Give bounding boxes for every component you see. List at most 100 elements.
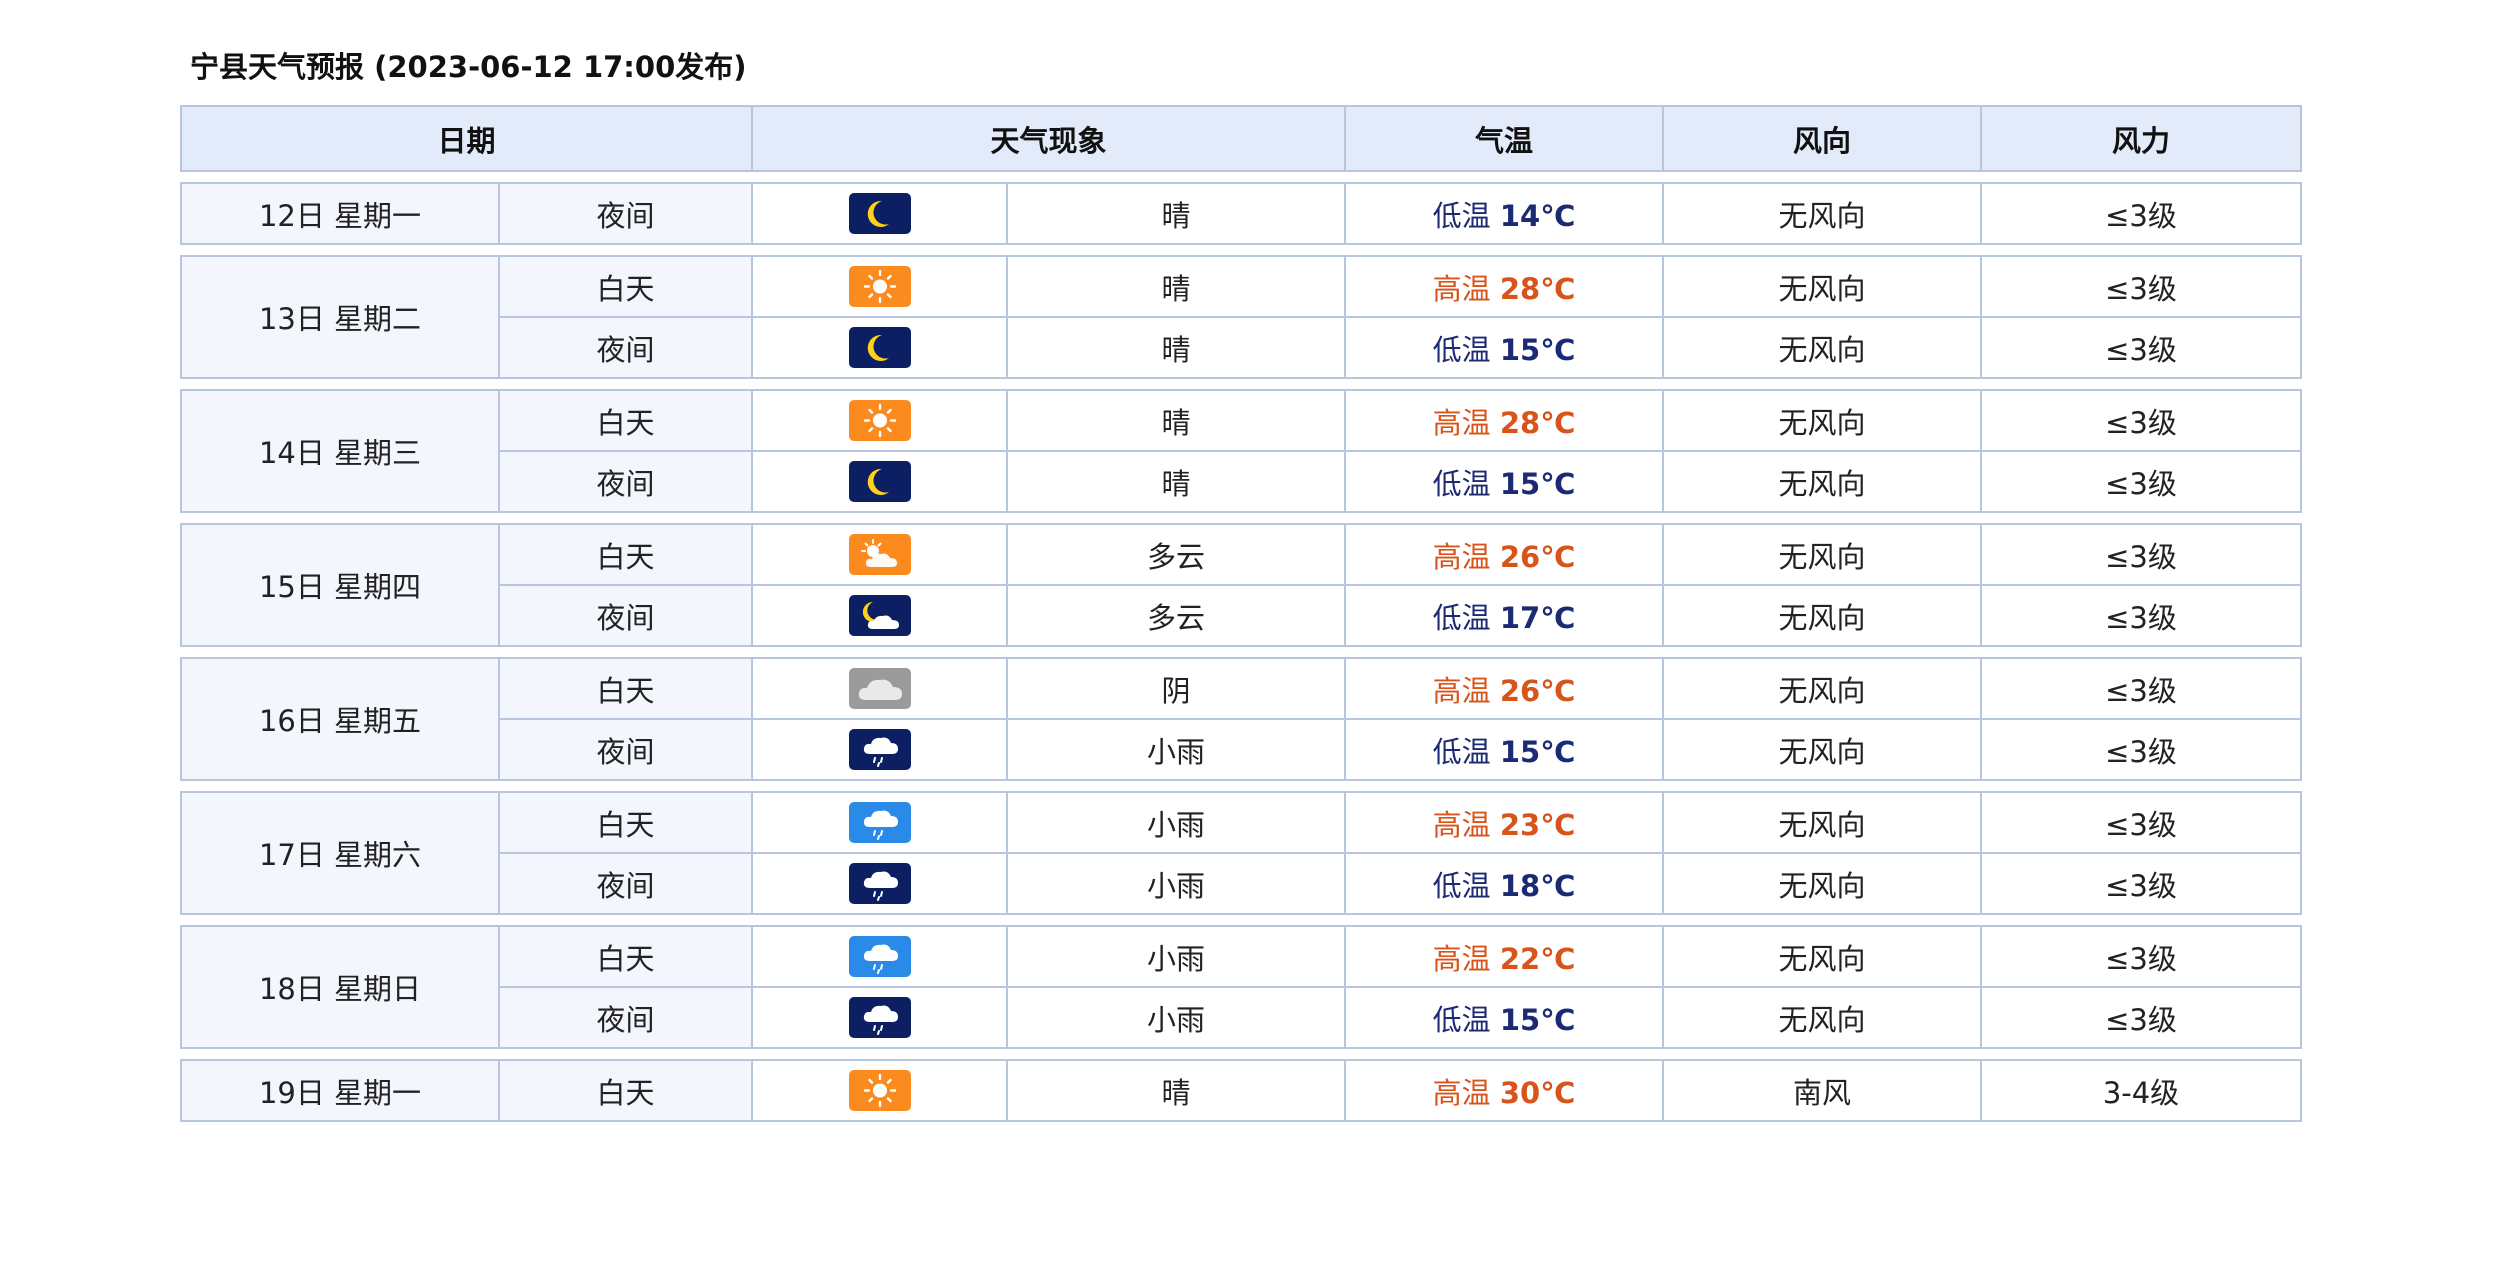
weather-cell: 多云 (1006, 584, 1346, 647)
wind-force-cell: ≤3级 (1980, 791, 2302, 854)
temp-label: 高温 (1432, 673, 1491, 708)
wind-dir-cell: 南风 (1662, 1059, 1982, 1122)
period-cell: 白天 (498, 925, 753, 988)
forecast-row: 13日 星期二 白天晴高温 28℃ 无风向 ≤3级 (180, 255, 2302, 379)
wind-force-cell: ≤3级 (1980, 852, 2302, 915)
period-cell: 夜间 (498, 316, 753, 379)
weather-cell: 小雨 (1006, 718, 1346, 781)
weather-cell: 晴 (1006, 1059, 1346, 1122)
temp-value: 30℃ (1499, 1075, 1576, 1110)
temp-cell: 低温 17℃ (1344, 584, 1664, 647)
weather-cell: 晴 (1006, 316, 1346, 379)
wind-dir-cell: 无风向 (1662, 718, 1982, 781)
day-group: 12日 星期一 夜间晴低温 14℃ 无风向 ≤3级 (180, 182, 2302, 245)
temp-cell: 低温 15℃ (1344, 450, 1664, 513)
temp-label: 高温 (1432, 941, 1491, 976)
weather-icon-cell (751, 1059, 1008, 1122)
weather-icon-cell (751, 986, 1008, 1049)
page-title: 宁县天气预报 (2023-06-12 17:00发布) (190, 50, 747, 84)
wind-dir-cell: 无风向 (1662, 852, 1982, 915)
rain-cloud-icon (848, 936, 911, 977)
sun-icon (848, 1070, 911, 1111)
temp-label: 低温 (1432, 868, 1491, 903)
wind-dir-cell: 无风向 (1662, 791, 1982, 854)
date-cell: 12日 星期一 (180, 182, 500, 245)
wind-dir-cell: 无风向 (1662, 584, 1982, 647)
day-group: 14日 星期三 白天晴高温 28℃ 无风向 ≤3级 夜间晴低温 15℃ 无风向 ≤3级 (180, 389, 2302, 513)
temp-cell: 低温 18℃ (1344, 852, 1664, 915)
temp-value: 18℃ (1499, 868, 1576, 903)
forecast-row: 18日 星期日 白天 小雨 高温 22℃ 无风向 ≤3级 (180, 925, 2302, 1049)
period-cell: 夜间 (498, 852, 753, 915)
header-weather: 天气现象 (751, 105, 1347, 172)
date-cell: 13日 星期二 (180, 255, 500, 379)
header-temp: 气温 (1344, 105, 1665, 172)
period-cell: 白天 (498, 523, 753, 586)
wind-force-cell: ≤3级 (1980, 925, 2302, 988)
weather-icon-cell (751, 255, 1008, 318)
wind-dir-cell: 无风向 (1662, 523, 1982, 586)
wind-force-cell: ≤3级 (1980, 657, 2302, 720)
temp-cell: 高温 26℃ (1344, 657, 1664, 720)
weather-icon-cell (751, 523, 1008, 586)
temp-cell: 低温 14℃ (1344, 182, 1664, 245)
date-cell: 14日 星期三 (180, 389, 500, 513)
wind-force-cell: ≤3级 (1980, 523, 2302, 586)
forecast-row: 14日 星期三 白天晴高温 28℃ 无风向 ≤3级 (180, 389, 2302, 513)
temp-cell: 低温 15℃ (1344, 986, 1664, 1049)
date-cell: 16日 星期五 (180, 657, 500, 781)
forecast-row: 17日 星期六 白天 小雨 高温 23℃ 无风向 ≤3级 (180, 791, 2302, 915)
wind-force-cell: ≤3级 (1980, 450, 2302, 513)
weather-icon-cell (751, 925, 1008, 988)
temp-value: 26℃ (1499, 673, 1576, 708)
day-group: 15日 星期四 白天 多云 高温 26℃ 无风向 ≤3级 夜间 多云 低温 17℃ 无风向 ≤3级 (180, 523, 2302, 647)
temp-label: 高温 (1432, 271, 1491, 306)
moon-icon (848, 461, 911, 502)
temp-label: 低温 (1432, 332, 1491, 367)
weather-cell: 晴 (1006, 450, 1346, 513)
wind-dir-cell: 无风向 (1662, 182, 1982, 245)
period-cell: 白天 (498, 657, 753, 720)
temp-value: 28℃ (1499, 271, 1576, 306)
date-cell: 18日 星期日 (180, 925, 500, 1049)
header-wind-dir: 风向 (1662, 105, 1983, 172)
period-cell: 白天 (498, 389, 753, 452)
temp-label: 低温 (1432, 466, 1491, 501)
rain-cloud-icon (848, 802, 911, 843)
forecast-row: 夜间 小雨 低温 15℃ 无风向 ≤3级 (181, 718, 2302, 781)
temp-value: 23℃ (1499, 807, 1576, 842)
date-cell: 15日 星期四 (180, 523, 500, 647)
period-cell: 白天 (498, 1059, 753, 1122)
weather-icon-cell (751, 389, 1008, 452)
weather-cell: 多云 (1006, 523, 1346, 586)
temp-cell: 高温 22℃ (1344, 925, 1664, 988)
temp-cell: 低温 15℃ (1344, 718, 1664, 781)
forecast-row: 夜间晴低温 15℃ 无风向 ≤3级 (181, 450, 2302, 513)
temp-label: 高温 (1432, 539, 1491, 574)
temp-value: 28℃ (1499, 405, 1576, 440)
temp-cell: 高温 28℃ (1344, 255, 1664, 318)
forecast-row: 16日 星期五 白天阴高温 26℃ 无风向 ≤3级 (180, 657, 2302, 781)
temp-value: 14℃ (1499, 198, 1576, 233)
wind-force-cell: ≤3级 (1980, 182, 2302, 245)
temp-value: 15℃ (1499, 332, 1576, 367)
day-group: 16日 星期五 白天阴高温 26℃ 无风向 ≤3级 夜间 小雨 低温 15℃ 无风向 ≤3级 (180, 657, 2302, 781)
wind-dir-cell: 无风向 (1662, 450, 1982, 513)
period-cell: 夜间 (498, 986, 753, 1049)
temp-label: 低温 (1432, 198, 1491, 233)
wind-dir-cell: 无风向 (1662, 925, 1982, 988)
temp-label: 高温 (1432, 807, 1491, 842)
forecast-row: 12日 星期一 夜间晴低温 14℃ 无风向 ≤3级 (180, 182, 2302, 245)
temp-cell: 低温 15℃ (1344, 316, 1664, 379)
weather-cell: 小雨 (1006, 791, 1346, 854)
weather-cell: 阴 (1006, 657, 1346, 720)
period-cell: 白天 (498, 255, 753, 318)
sun-cloud-icon (848, 534, 911, 575)
cloud-icon (848, 668, 911, 709)
day-group: 17日 星期六 白天 小雨 高温 23℃ 无风向 ≤3级 夜间 小雨 低温 18℃ 无风向 ≤3级 (180, 791, 2302, 915)
temp-value: 17℃ (1499, 600, 1576, 635)
wind-force-cell: ≤3级 (1980, 389, 2302, 452)
weather-cell: 小雨 (1006, 852, 1346, 915)
weather-cell: 小雨 (1006, 925, 1346, 988)
date-cell: 19日 星期一 (180, 1059, 500, 1122)
